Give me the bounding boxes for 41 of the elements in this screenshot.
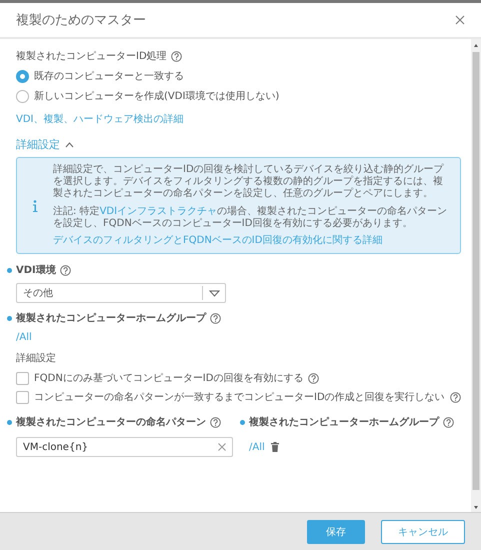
section-label: 複製されたコンピューターID処理 <box>16 50 167 63</box>
group-link[interactable]: /All <box>249 442 265 453</box>
vdi-dropdown[interactable]: その他 <box>16 283 226 304</box>
clear-icon[interactable] <box>218 443 226 452</box>
option-label: コンピューターの命名パターンが一致するまでコンピューターIDの作成と回復を実行しない <box>34 390 445 404</box>
help-icon <box>210 312 221 324</box>
help-icon <box>170 50 182 62</box>
details-link[interactable]: デバイスのフィルタリングとFQDNベースのID回復の有効化に関する詳細 <box>53 234 452 248</box>
radio-button[interactable] <box>16 90 29 102</box>
save-button[interactable]: 保存 <box>307 520 365 544</box>
vdi-link[interactable]: VDIインフラストラクチャ <box>100 206 218 217</box>
field-label: 複製されたコンピューターホームグループ <box>16 311 206 326</box>
cancel-button[interactable]: キャンセル <box>381 520 465 544</box>
help-icon <box>308 372 320 384</box>
help-icon <box>443 416 454 428</box>
subsection-label: 詳細設定 <box>16 352 56 366</box>
field-label: 複製されたコンピューターの命名パターン <box>16 416 206 430</box>
details-link[interactable]: VDI、複製、ハードウェア検出の詳細 <box>16 112 184 126</box>
help-icon <box>450 392 461 403</box>
option-label: 既存のコンピューターと一致する <box>34 70 184 83</box>
checkbox[interactable] <box>16 390 29 404</box>
option-label: 新しいコンピューターを作成(VDI環境では使用しない) <box>34 90 280 103</box>
close-icon[interactable] <box>455 15 465 25</box>
group-link[interactable]: /All <box>16 332 32 344</box>
naming-pattern-field[interactable]: VM-clone{n} <box>16 437 233 458</box>
caret-icon <box>208 290 220 297</box>
info-icon <box>32 200 38 212</box>
field-value: VM-clone{n} <box>23 442 88 453</box>
trash-icon[interactable] <box>270 442 279 452</box>
dropdown-value: その他 <box>22 287 54 300</box>
field-label: VDI環境 <box>16 263 56 278</box>
field-label: 複製されたコンピューターホームグループ <box>249 415 439 430</box>
radio-button[interactable] <box>16 70 29 82</box>
option-label: FQDNにのみ基づいてコンピューターIDの回復を有効にする <box>34 372 304 386</box>
checkbox[interactable] <box>16 372 29 385</box>
help-icon <box>210 416 221 428</box>
info-paragraph: 詳細設定で、コンピューターIDの回復を検討しているデバイスを絞り込む静的グループを選択します。デバイスをフィルタリングする複数の静的グループを指定するには、複製されたコンピューターの命名パターンを設定し、任意のグループとペアにします。 <box>53 164 445 201</box>
dialog-title: 複製のためのマスター <box>16 12 146 29</box>
advanced-settings-toggle[interactable]: 詳細設定 <box>16 137 60 152</box>
help-icon <box>60 264 71 276</box>
info-note: 注記: 特定VDIインフラストラクチャの場合、複製されたコンピューターの命名パターンを設定し、FQDNベースのコンピューターID回復を有効にする必要があります。 <box>53 206 448 230</box>
